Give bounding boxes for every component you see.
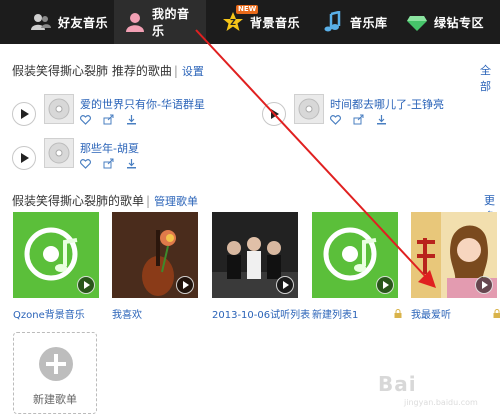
download-icon[interactable]: [126, 158, 137, 169]
song-actions: [330, 114, 387, 125]
nav-tab-my-music[interactable]: 我的音乐: [114, 0, 206, 44]
nav-tab-friends-music[interactable]: 好友音乐: [20, 0, 118, 44]
playlist-cover[interactable]: [411, 212, 497, 298]
share-icon[interactable]: [103, 158, 114, 169]
playlist-card: 我最爱听: [411, 212, 500, 321]
all-songs-link[interactable]: 全部: [480, 62, 500, 94]
download-icon[interactable]: [376, 114, 387, 125]
new-badge: NEW: [236, 5, 259, 14]
play-icon[interactable]: [12, 146, 36, 170]
new-playlist-button[interactable]: 新建歌单: [13, 332, 97, 414]
song-title[interactable]: 那些年-胡夏: [80, 140, 139, 156]
settings-link[interactable]: 设置: [182, 65, 204, 78]
diamond-icon: [406, 11, 428, 33]
music-note-icon: [322, 10, 344, 33]
playlist-cover[interactable]: [312, 212, 398, 298]
playlist-card: Qzone背景音乐: [13, 212, 99, 321]
playlists-section-title: 假装笑得撕心裂肺的歌单 | 管理歌单: [12, 194, 199, 208]
watermark: Bai: [378, 372, 417, 396]
song-title[interactable]: 时间都去哪儿了-王铮亮: [330, 96, 444, 112]
playlist-name[interactable]: Qzone背景音乐: [13, 306, 99, 321]
play-icon[interactable]: [376, 276, 394, 294]
heart-icon[interactable]: [80, 158, 91, 169]
playlist-cover[interactable]: [212, 212, 298, 298]
disc-icon: [44, 138, 74, 168]
song-actions: [80, 114, 137, 125]
watermark-sub: jingyan.baidu.com: [404, 398, 478, 407]
friends-icon: [30, 11, 52, 33]
play-icon[interactable]: [12, 102, 36, 126]
play-icon[interactable]: [77, 276, 95, 294]
song-actions: [80, 158, 137, 169]
playlist-cover[interactable]: [112, 212, 198, 298]
play-icon[interactable]: [475, 276, 493, 294]
song-item: 那些年-胡夏: [12, 138, 242, 188]
heart-icon[interactable]: [80, 114, 91, 125]
lock-icon: [394, 308, 402, 318]
share-icon[interactable]: [103, 114, 114, 125]
playlist-name[interactable]: 我最爱听: [411, 306, 497, 321]
play-icon[interactable]: [276, 276, 294, 294]
disc-icon: [44, 94, 74, 124]
song-title[interactable]: 爱的世界只有你-华语群星: [80, 96, 205, 112]
playlist-name[interactable]: 新建列表1: [312, 306, 398, 321]
disc-icon: [294, 94, 324, 124]
download-icon[interactable]: [126, 114, 137, 125]
playlist-card: 我喜欢: [112, 212, 198, 321]
user-icon: [124, 11, 146, 33]
song-item: 时间都去哪儿了-王铮亮: [262, 94, 482, 144]
heart-icon[interactable]: [330, 114, 341, 125]
svg-text:Z: Z: [230, 18, 236, 27]
playlist-card: 2013-10-06试听列表: [212, 212, 310, 321]
lock-icon: [493, 308, 500, 318]
nav-tab-background-music[interactable]: Z NEW 背景音乐: [212, 0, 310, 44]
playlist-name[interactable]: 我喜欢: [112, 306, 198, 321]
play-icon[interactable]: [262, 102, 286, 126]
new-playlist-label: 新建歌单: [33, 393, 77, 406]
recommended-section-title: 假装笑得撕心裂肺 推荐的歌曲 | 设置: [12, 64, 204, 78]
plus-icon: [39, 347, 73, 381]
star-icon: Z NEW: [222, 5, 259, 33]
play-icon[interactable]: [176, 276, 194, 294]
playlist-cover[interactable]: [13, 212, 99, 298]
playlist-card: 新建列表1: [312, 212, 402, 321]
top-nav: 好友音乐 我的音乐 Z NEW 背景音乐 音乐库 绿钻专区: [0, 0, 500, 44]
playlist-name[interactable]: 2013-10-06试听列表: [212, 306, 310, 321]
nav-tab-green-diamond[interactable]: 绿钻专区: [396, 0, 494, 44]
nav-tab-music-library[interactable]: 音乐库: [312, 0, 398, 44]
share-icon[interactable]: [353, 114, 364, 125]
manage-playlists-link[interactable]: 管理歌单: [154, 195, 198, 208]
